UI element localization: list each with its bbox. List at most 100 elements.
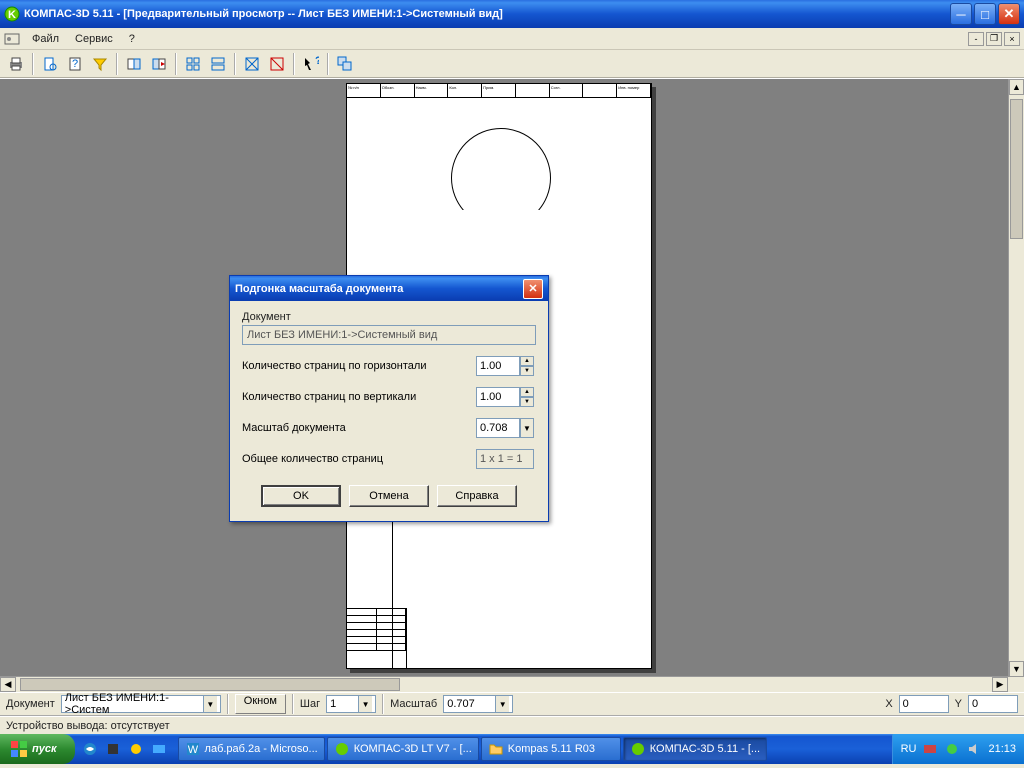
- filter-icon[interactable]: [88, 52, 112, 76]
- status-text: Устройство вывода: отсутствует: [6, 720, 170, 732]
- v-pages-input[interactable]: [476, 387, 520, 407]
- grid-all-icon[interactable]: [181, 52, 205, 76]
- window-zoom-button[interactable]: Окном: [235, 694, 286, 714]
- vscroll-thumb[interactable]: [1010, 99, 1023, 239]
- page-next-icon[interactable]: [147, 52, 171, 76]
- page-prev-icon[interactable]: [122, 52, 146, 76]
- clock[interactable]: 21:13: [988, 743, 1016, 755]
- menu-service[interactable]: Сервис: [69, 31, 119, 47]
- h-pages-spinner[interactable]: ▲▼: [520, 356, 534, 376]
- total-pages-value: [476, 449, 534, 469]
- scale-dropdown-button[interactable]: ▼: [520, 418, 534, 438]
- document-field-label: Документ: [242, 311, 536, 323]
- v-pages-spinner[interactable]: ▲▼: [520, 387, 534, 407]
- menubar: Файл Сервис ? - ❐ ×: [0, 28, 1024, 50]
- x-label: X: [885, 698, 892, 710]
- h-pages-input[interactable]: [476, 356, 520, 376]
- scroll-up-arrow-icon[interactable]: ▲: [1009, 79, 1024, 95]
- doc-combo[interactable]: Лист БЕЗ ИМЕНИ:1->Систем▼: [61, 695, 221, 713]
- grid-off-icon[interactable]: [265, 52, 289, 76]
- quicklaunch-item[interactable]: [102, 737, 124, 761]
- maximize-button[interactable]: □: [974, 3, 996, 25]
- cancel-button[interactable]: Отмена: [349, 485, 429, 507]
- taskbar: пуск Wлаб.раб.2а - Microso... КОМПАС-3D …: [0, 734, 1024, 764]
- horizontal-scrollbar[interactable]: ◀ ▶: [0, 676, 1024, 692]
- app-icon: K: [4, 6, 20, 22]
- windows-logo-icon: [10, 740, 28, 758]
- y-coord-input[interactable]: [968, 695, 1018, 713]
- print-icon[interactable]: [4, 52, 28, 76]
- taskbar-task[interactable]: Kompas 5.11 R03: [481, 737, 621, 761]
- quicklaunch-item[interactable]: [125, 737, 147, 761]
- scroll-right-arrow-icon[interactable]: ▶: [992, 677, 1008, 692]
- scroll-left-arrow-icon[interactable]: ◀: [0, 677, 16, 692]
- taskbar-tasks: Wлаб.раб.2а - Microso... КОМПАС-3D LT V7…: [174, 737, 892, 761]
- svg-text:K: K: [8, 9, 16, 21]
- minimize-button[interactable]: ─: [950, 3, 972, 25]
- view-control-bar: Документ Лист БЕЗ ИМЕНИ:1->Систем▼ Окном…: [0, 692, 1024, 716]
- language-indicator[interactable]: RU: [901, 743, 917, 755]
- tray-volume-icon[interactable]: [966, 741, 982, 757]
- menu-file[interactable]: Файл: [26, 31, 65, 47]
- step-combo[interactable]: 1▼: [326, 695, 376, 713]
- dialog-close-button[interactable]: ✕: [523, 279, 543, 299]
- quick-launch: [75, 737, 174, 761]
- fit-document-icon[interactable]: [38, 52, 62, 76]
- kompas-icon: [630, 741, 646, 757]
- scale-combo[interactable]: 0.707▼: [443, 695, 513, 713]
- help-button[interactable]: Справка: [437, 485, 517, 507]
- total-pages-label: Общее количество страниц: [242, 453, 476, 465]
- toolbar: ? ?: [0, 50, 1024, 78]
- menu-help[interactable]: ?: [123, 31, 141, 47]
- window-title: КОМПАС-3D 5.11 - [Предварительный просмо…: [24, 8, 950, 20]
- y-label: Y: [955, 698, 962, 710]
- mdi-restore-button[interactable]: ❐: [986, 32, 1002, 46]
- svg-text:W: W: [187, 744, 198, 756]
- hscroll-thumb[interactable]: [20, 678, 400, 691]
- ok-button[interactable]: OK: [261, 485, 341, 507]
- corner-stamp: [347, 608, 407, 668]
- v-pages-label: Количество страниц по вертикали: [242, 391, 476, 403]
- start-button[interactable]: пуск: [0, 734, 75, 764]
- grid-invert-icon[interactable]: [240, 52, 264, 76]
- dialog-titlebar[interactable]: Подгонка масштаба документа ✕: [230, 276, 548, 301]
- svg-text:?: ?: [72, 58, 78, 70]
- taskbar-task[interactable]: КОМПАС-3D LT V7 - [...: [327, 737, 479, 761]
- x-coord-input[interactable]: [899, 695, 949, 713]
- drawing-circle: [451, 128, 551, 228]
- preview-area: № п/пОбозн.Наим.Кол.Прим.Согл.Инв. номер…: [0, 78, 1024, 692]
- kompas-icon: [334, 741, 350, 757]
- step-label: Шаг: [300, 698, 320, 710]
- quicklaunch-item[interactable]: [79, 737, 101, 761]
- tray-icon[interactable]: [922, 741, 938, 757]
- quicklaunch-item[interactable]: [148, 737, 170, 761]
- mdi-close-button[interactable]: ×: [1004, 32, 1020, 46]
- scale-input[interactable]: [476, 418, 520, 438]
- document-field: [242, 325, 536, 345]
- tile-windows-icon[interactable]: [333, 52, 357, 76]
- tray-safely-remove-icon[interactable]: [944, 741, 960, 757]
- mdi-minimize-button[interactable]: -: [968, 32, 984, 46]
- word-icon: W: [185, 741, 201, 757]
- svg-text:?: ?: [315, 56, 319, 67]
- vertical-scrollbar[interactable]: ▲ ▼: [1008, 79, 1024, 677]
- folder-icon: [488, 741, 504, 757]
- whats-this-icon[interactable]: ?: [299, 52, 323, 76]
- mdi-system-icon[interactable]: [4, 31, 20, 47]
- scale-label: Масштаб документа: [242, 422, 476, 434]
- scroll-down-arrow-icon[interactable]: ▼: [1009, 661, 1024, 677]
- top-title-block: № п/пОбозн.Наим.Кол.Прим.Согл.Инв. номер: [347, 84, 651, 98]
- dialog-title: Подгонка масштаба документа: [235, 283, 523, 295]
- document-info-icon[interactable]: ?: [63, 52, 87, 76]
- doc-combo-label: Документ: [6, 698, 55, 710]
- close-button[interactable]: ✕: [998, 3, 1020, 25]
- status-bar: Устройство вывода: отсутствует: [0, 716, 1024, 734]
- taskbar-task-active[interactable]: КОМПАС-3D 5.11 - [...: [623, 737, 767, 761]
- scale-ctl-label: Масштаб: [390, 698, 437, 710]
- system-tray: RU 21:13: [892, 734, 1024, 764]
- grid-rows-icon[interactable]: [206, 52, 230, 76]
- h-pages-label: Количество страниц по горизонтали: [242, 360, 476, 372]
- taskbar-task[interactable]: Wлаб.раб.2а - Microso...: [178, 737, 325, 761]
- scale-fit-dialog: Подгонка масштаба документа ✕ Документ К…: [229, 275, 549, 522]
- window-titlebar: K КОМПАС-3D 5.11 - [Предварительный прос…: [0, 0, 1024, 28]
